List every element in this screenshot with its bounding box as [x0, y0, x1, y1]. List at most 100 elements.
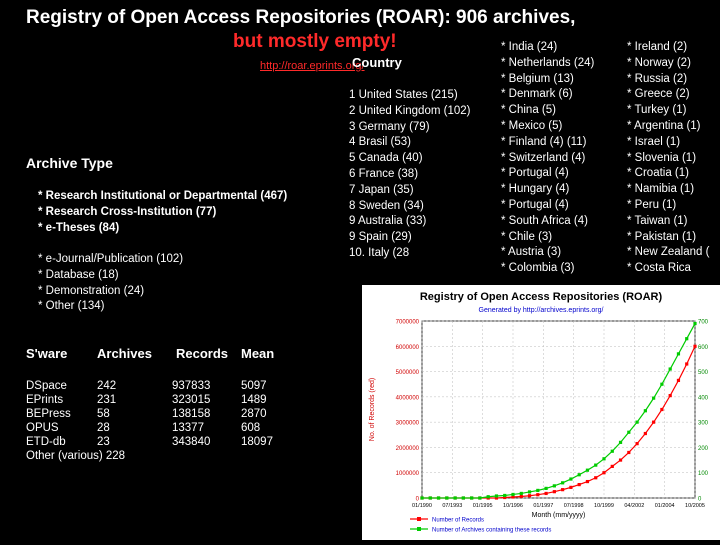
country-item: * China (5) [501, 104, 556, 117]
country-item: * Argentina (1) [627, 119, 701, 132]
y-tick-label: 2000000 [396, 446, 420, 452]
country-item: * Russia (2) [627, 72, 688, 85]
country-item: * Finland (4) (11) [501, 135, 587, 148]
country-item: * Slovenia (1) [627, 151, 697, 164]
table-header-archives: Archives [97, 346, 152, 361]
archive-type-item: * Database (18) [38, 268, 119, 281]
country-item: * Peru (1) [627, 198, 677, 211]
countries-list-col3: * Ireland (2) * Norway (2) * Russia (2) * G… [627, 40, 709, 277]
data-point [602, 457, 606, 461]
country-item: 5 Canada (40) [349, 152, 423, 165]
data-point [536, 493, 540, 497]
data-point [643, 431, 647, 436]
table-cell: 231 [97, 394, 117, 406]
country-item: * Mexico (5) [501, 119, 563, 132]
country-item: * Namibia (1) [627, 183, 695, 196]
plot-area [421, 320, 696, 499]
data-point [652, 396, 656, 400]
country-item: 9 Australia (33) [349, 215, 427, 228]
table-cell: 5097 [241, 380, 267, 392]
slide-title-line2: but mostly empty! [233, 31, 397, 52]
table-cell: OPUS [26, 422, 59, 434]
x-tick-label: 01/1997 [533, 503, 553, 509]
country-item: * New Zealand ( [627, 246, 710, 259]
data-point [569, 485, 573, 489]
roar-growth-chart: Registry of Open Access Repositories (RO… [362, 285, 720, 540]
archive-type-item: * Research Institutional or Departmental… [38, 190, 288, 202]
table-cell: DSpace [26, 380, 67, 392]
country-item: * Switzerland (4) [501, 151, 586, 164]
data-point [420, 496, 424, 500]
country-item: * Hungary (4) [501, 183, 570, 196]
y-tick-label: 6000000 [396, 345, 420, 351]
data-point [585, 479, 590, 484]
country-item: * Croatia (1) [627, 167, 689, 180]
table-cell: 937833 [172, 380, 211, 392]
countries-list-col2: * India (24) * Netherlands (24) * Belgium … [501, 40, 594, 277]
table-cell: 23 [97, 436, 110, 448]
country-item: 9 Spain (29) [349, 231, 412, 244]
slide-title-line1: Registry of Open Access Repositories (RO… [26, 7, 576, 28]
data-point [643, 409, 647, 413]
chart-svg: Registry of Open Access Repositories (RO… [369, 291, 709, 534]
legend-label: Number of Records [432, 518, 484, 524]
country-item: * Belgium (13) [501, 72, 574, 85]
country-item: * Costa Rica [627, 262, 691, 275]
data-point [693, 344, 697, 348]
data-point [561, 488, 565, 492]
y2-tick-label: 300 [698, 421, 709, 427]
country-item: 3 Germany (79) [349, 120, 430, 133]
table-cell: 18097 [241, 436, 273, 448]
data-point [503, 493, 507, 498]
data-point [478, 496, 482, 500]
legend-marker [417, 527, 421, 531]
y2-tick-label: 0 [698, 497, 702, 503]
country-item: 10. Italy (28 [349, 246, 410, 259]
data-point [527, 494, 532, 498]
x-tick-label: 01/1995 [473, 503, 493, 509]
data-point [577, 482, 581, 487]
country-item: 4 Brasil (53) [349, 136, 411, 149]
table-header-records: Records [176, 346, 229, 361]
table-cell: 2870 [241, 408, 267, 420]
x-tick-label: 10/2005 [685, 503, 705, 509]
data-point [618, 458, 623, 462]
y2-tick-label: 200 [698, 446, 709, 452]
data-point [527, 490, 532, 494]
data-point [610, 464, 614, 468]
data-point [652, 420, 656, 424]
country-item: 2 United Kingdom (102) [349, 104, 471, 117]
archive-type-other-list: * e-Journal/Publication (102) * Database … [38, 252, 183, 315]
legend-label: Number of Archives containing these reco… [432, 528, 551, 534]
country-item: * Turkey (1) [627, 104, 687, 117]
y-axis-label: No. of Records (red) [369, 378, 376, 441]
data-point [685, 362, 689, 366]
table-cell: 323015 [172, 394, 211, 406]
data-point [453, 496, 457, 500]
y2-tick-label: 100 [698, 471, 709, 477]
top-countries-list: 1 United States (215) 2 United Kingdom (1… [349, 88, 470, 262]
y-tick-label: 5000000 [396, 370, 420, 376]
data-point [627, 450, 631, 455]
data-point [676, 378, 681, 383]
table-cell: 138158 [172, 408, 211, 420]
roar-url-link[interactable]: http://roar.eprints.org/ [260, 60, 365, 72]
table-cell: ETD-db [26, 436, 66, 448]
y-tick-label: 7000000 [396, 320, 420, 326]
table-cell: BEPress [26, 408, 71, 420]
table-cell: 58 [97, 408, 110, 420]
data-point [470, 496, 474, 500]
x-tick-label: 10/1999 [594, 503, 614, 509]
country-item: * Greece (2) [627, 88, 690, 101]
data-point [618, 440, 623, 444]
country-item: 1 United States (215) [349, 89, 458, 101]
chart-subtitle: Generated by http://archives.eprints.org… [479, 307, 604, 314]
y2-tick-label: 700 [698, 320, 709, 326]
archive-type-research-list: * Research Institutional or Departmental… [38, 189, 287, 236]
archive-type-heading: Archive Type [26, 155, 113, 171]
country-item: * India (24) [501, 41, 558, 53]
data-point [519, 491, 523, 496]
data-point [594, 463, 598, 467]
x-tick-label: 07/1993 [442, 503, 462, 509]
y2-tick-label: 600 [698, 345, 709, 351]
